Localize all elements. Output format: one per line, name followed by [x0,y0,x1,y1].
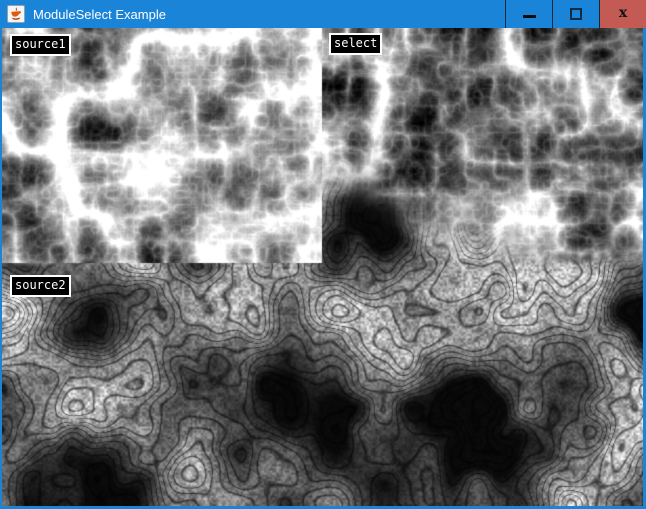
app-window: ModuleSelect Example x source1 select so… [0,0,646,509]
noise-viewport-canvas [2,28,643,506]
label-select: select [329,33,382,55]
maximize-button[interactable] [552,0,599,28]
close-button[interactable]: x [599,0,646,28]
window-title: ModuleSelect Example [33,7,505,22]
java-coffee-cup-icon [7,5,25,23]
label-source2: source2 [10,275,71,297]
minimize-button[interactable] [505,0,552,28]
window-controls: x [505,0,646,28]
minimize-dash-icon [523,15,536,18]
label-source1: source1 [10,34,71,56]
maximize-square-icon [570,8,582,20]
render-viewport: source1 select source2 [2,28,643,506]
close-x-icon: x [619,6,627,20]
titlebar[interactable]: ModuleSelect Example x [0,0,646,28]
